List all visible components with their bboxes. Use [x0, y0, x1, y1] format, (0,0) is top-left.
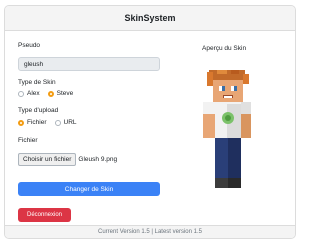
file-input: Choisir un fichier Gleush 9.png [18, 153, 117, 166]
radio-alex[interactable]: Alex [18, 90, 40, 97]
upload-type-label: Type d'upload [18, 107, 59, 114]
skin-preview-image [203, 70, 251, 188]
skin-type-radios: Alex Steve [18, 90, 78, 97]
skin-type-label: Type de Skin [18, 79, 56, 86]
upload-type-radios: Fichier URL [18, 119, 82, 126]
skin-system-card: SkinSystem Pseudo gleush Type de Skin Al… [4, 5, 296, 239]
preview-title: Aperçu du Skin [202, 45, 247, 52]
radio-fichier[interactable]: Fichier [18, 119, 47, 126]
pseudo-input[interactable]: gleush [18, 57, 160, 71]
skin-body [215, 102, 241, 138]
skin-legs [215, 138, 241, 188]
radio-fichier-label: Fichier [27, 119, 47, 126]
radio-url-label: URL [63, 119, 77, 126]
radio-steve[interactable]: Steve [47, 90, 74, 97]
pseudo-label: Pseudo [18, 42, 41, 49]
radio-steve-circle[interactable] [47, 90, 54, 97]
radio-alex-circle[interactable] [18, 90, 24, 97]
radio-alex-label: Alex [27, 90, 40, 97]
radio-url[interactable]: URL [54, 119, 77, 126]
file-name: Gleush 9.png [78, 156, 118, 163]
radio-fichier-circle[interactable] [18, 119, 24, 126]
page-title: SkinSystem [124, 13, 176, 23]
file-label: Fichier [18, 137, 38, 144]
radio-steve-label: Steve [56, 90, 74, 97]
version-text: Current Version 1.5 | Latest version 1.5 [98, 229, 202, 235]
skin-head [207, 70, 249, 102]
radio-url-circle[interactable] [54, 119, 61, 126]
card-header: SkinSystem [5, 6, 295, 31]
change-skin-button[interactable]: Changer de Skin [18, 182, 160, 196]
pseudo-value: gleush [24, 60, 44, 68]
logout-button[interactable]: Déconnexion [18, 208, 71, 222]
choose-file-button[interactable]: Choisir un fichier [18, 153, 77, 166]
card-footer: Current Version 1.5 | Latest version 1.5 [5, 225, 295, 238]
